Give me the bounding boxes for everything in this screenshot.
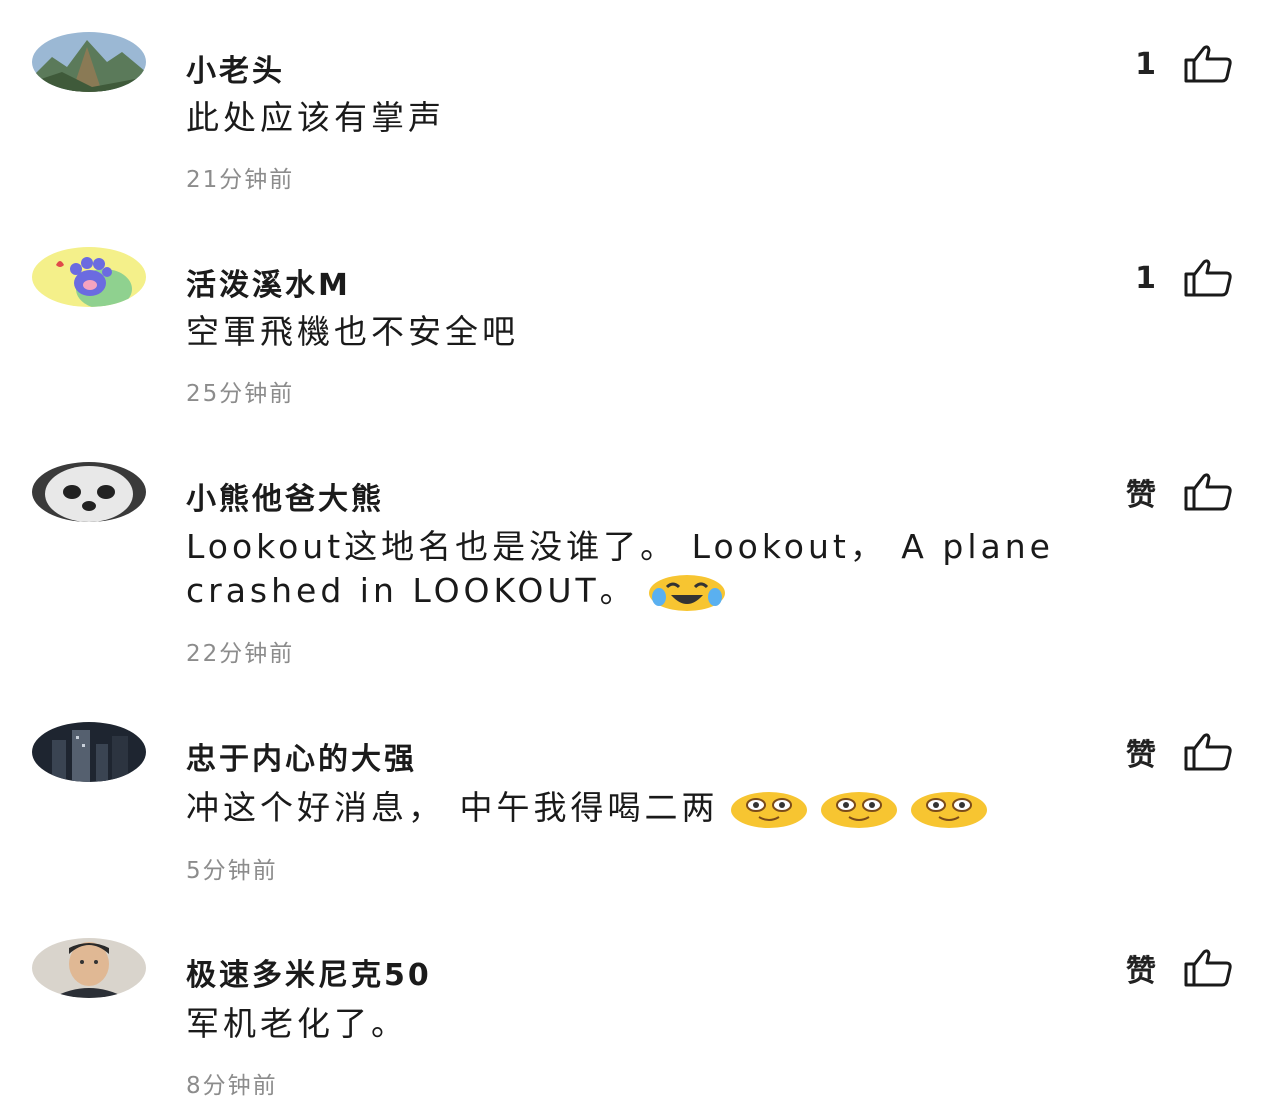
avatar-person-image [32,938,146,998]
nerd-glasses-emoji-icon [909,790,989,830]
avatar[interactable] [32,32,146,92]
avatar-city-image [32,722,146,782]
like-control[interactable]: 1 [1135,42,1234,86]
like-count: 赞 [1126,478,1156,513]
thumbs-up-icon[interactable] [1182,948,1234,988]
thumbs-up-icon[interactable] [1182,732,1234,772]
username[interactable]: 活泼溪水M [186,260,351,304]
avatar-mountain-image [32,32,146,92]
like-control[interactable]: 赞 [1126,946,1234,990]
username[interactable]: 极速多米尼克50 [186,950,432,994]
avatar-paw-image [32,247,146,307]
timestamp: 21分钟前 [186,167,295,193]
comment-text: 此处应该有掌声 [186,98,445,137]
like-control[interactable]: 赞 [1126,470,1234,514]
comment-text: 冲这个好消息， 中午我得喝二两 [186,786,1246,830]
like-count: 赞 [1126,738,1156,773]
nerd-glasses-emoji-icon [819,790,899,830]
timestamp: 5分钟前 [186,858,278,884]
comment-text: 空軍飛機也不安全吧 [186,312,519,351]
like-count: 赞 [1126,954,1156,989]
avatar[interactable] [32,462,146,522]
timestamp: 25分钟前 [186,381,295,407]
thumbs-up-icon[interactable] [1182,258,1234,298]
avatar[interactable] [32,722,146,782]
laughing-crying-emoji-icon [647,573,727,613]
timestamp: 22分钟前 [186,641,295,667]
username[interactable]: 小熊他爸大熊 [186,474,384,518]
nerd-glasses-emoji-icon [729,790,809,830]
comment-text: 军机老化了。 [186,1004,408,1043]
thumbs-up-icon[interactable] [1182,472,1234,512]
timestamp: 8分钟前 [186,1073,278,1099]
like-control[interactable]: 1 [1135,256,1234,300]
avatar[interactable] [32,938,146,998]
thumbs-up-icon[interactable] [1182,44,1234,84]
username[interactable]: 小老头 [186,46,285,90]
comment-text-content: 冲这个好消息， 中午我得喝二两 [186,788,719,827]
username[interactable]: 忠于内心的大强 [186,734,417,778]
like-count: 1 [1135,260,1156,296]
like-control[interactable]: 赞 [1126,730,1234,774]
like-count: 1 [1135,46,1156,82]
avatar[interactable] [32,247,146,307]
comment-text-content: Lookout这地名也是没谁了。 Lookout， A plane crashe… [186,527,1054,610]
avatar-panda-image [32,462,146,522]
comment-text: Lookout这地名也是没谁了。 Lookout， A plane crashe… [186,525,1210,613]
